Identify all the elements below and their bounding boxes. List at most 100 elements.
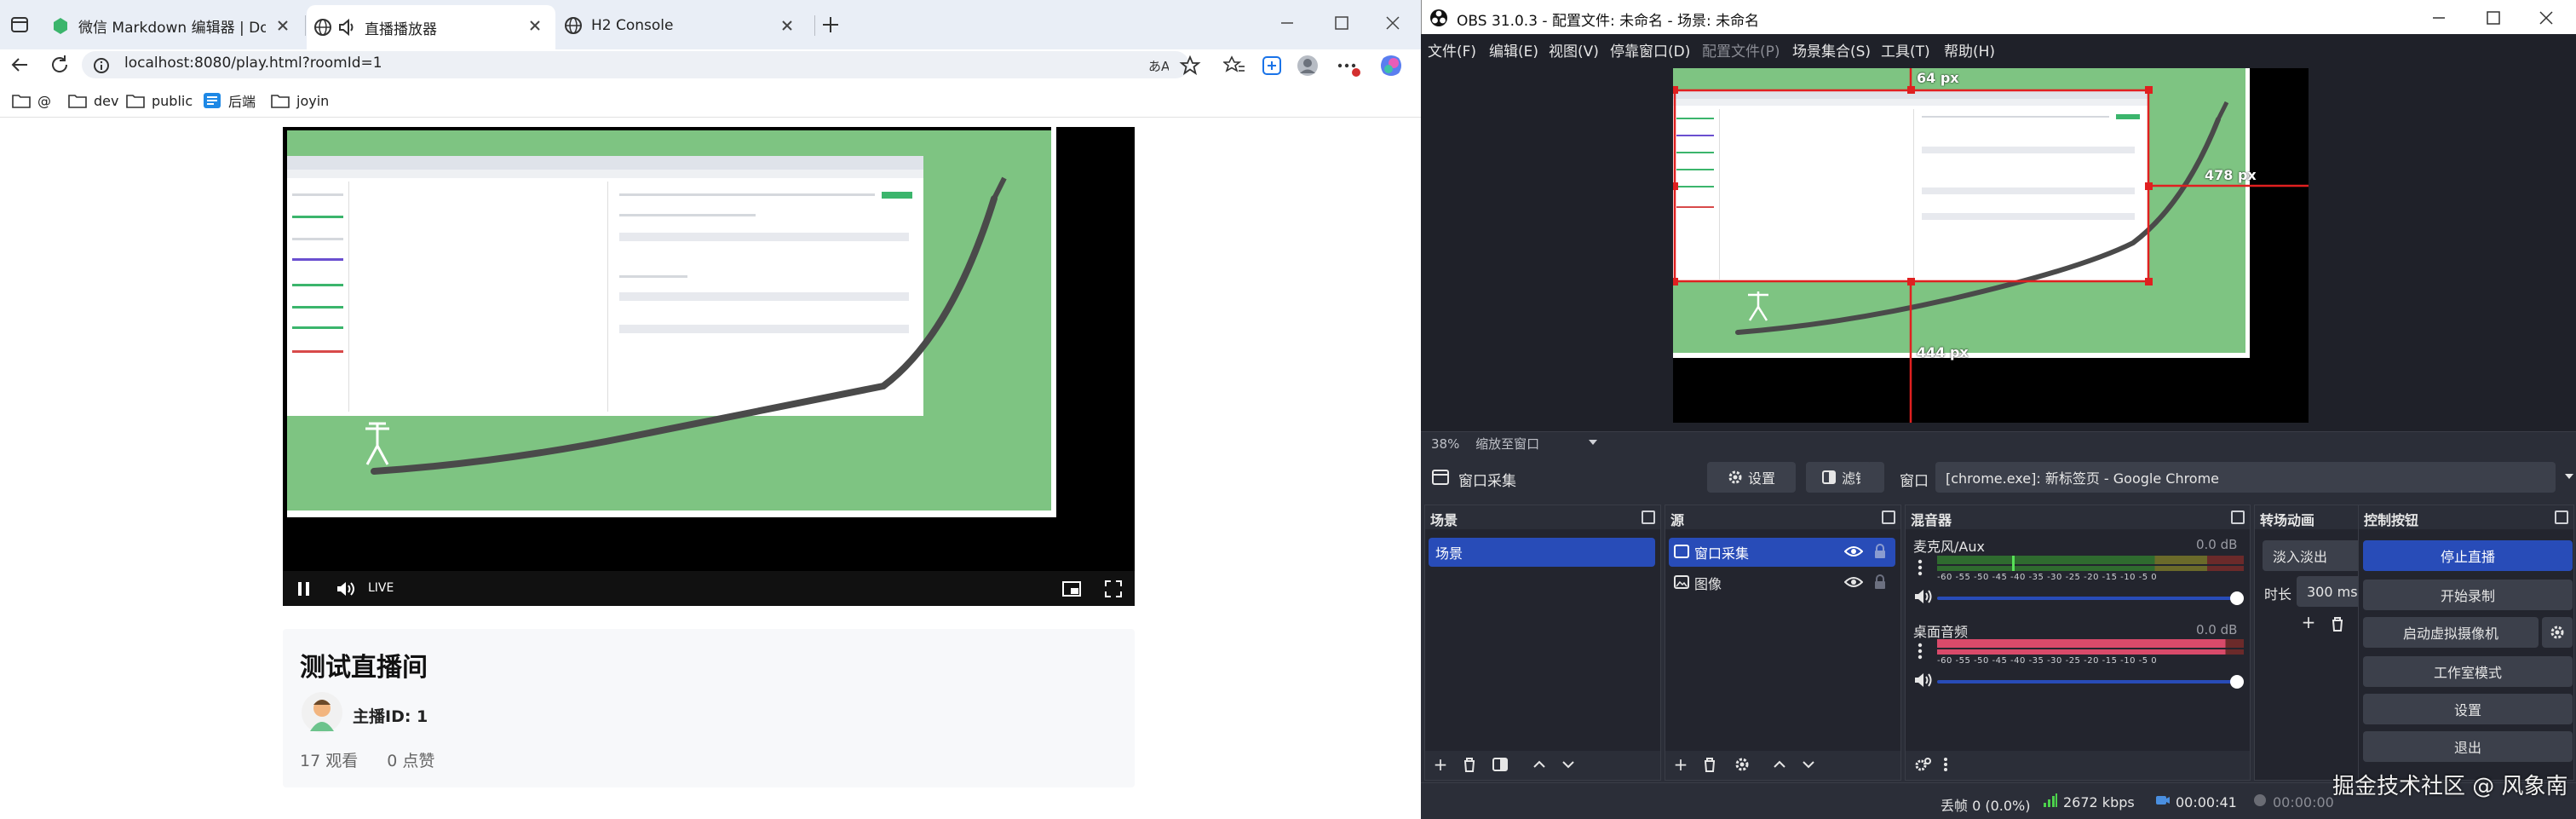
move-up-icon[interactable] [1771,756,1788,773]
eye-icon[interactable] [1844,575,1863,589]
dropped-frames: 丢帧 0 (0.0%) [1941,798,2031,814]
picture-in-picture-icon[interactable] [1061,580,1082,598]
gear-icon[interactable] [1734,756,1751,773]
mic-volume-handle[interactable] [2230,591,2244,605]
bookmark-backend[interactable]: 后端 [203,89,256,112]
profile-avatar-icon[interactable] [1295,53,1320,78]
close-window-icon[interactable] [1380,10,1406,36]
menu-view[interactable]: 视图(V) [1549,39,1599,61]
menu-help[interactable]: 帮助(H) [1944,39,1995,61]
zoom-mode[interactable]: 缩放至窗口 [1475,436,1539,452]
url-text[interactable]: localhost:8080/play.html?roomId=1 [124,55,382,72]
minimize-icon[interactable] [1274,10,1300,36]
advanced-audio-icon[interactable] [1914,756,1933,773]
obs-maximize-icon[interactable] [2481,5,2506,31]
add-transition-icon[interactable]: + [2298,614,2319,632]
bookmark-folder-public[interactable]: public [126,89,193,112]
obs-window: OBS 31.0.3 - 配置文件: 未命名 - 场景: 未命名 文件(F) 编… [1421,0,2576,819]
obs-minimize-icon[interactable] [2426,5,2452,31]
stream-time: 00:00:41 [2176,794,2237,810]
obs-close-icon[interactable] [2533,5,2559,31]
favorites-icon[interactable] [1223,55,1245,77]
button-label: 设置 [1747,470,1775,487]
menu-edit[interactable]: 编辑(E) [1489,39,1538,61]
scene-item[interactable]: 场景 [1429,538,1655,567]
translate-icon[interactable]: あA [1147,55,1169,77]
trash-icon[interactable] [1701,756,1718,773]
dock-footer [1906,751,2250,780]
more-menu-icon[interactable] [1336,55,1361,78]
settings-button[interactable]: 设置 [2363,694,2573,724]
stop-streaming-button[interactable]: 停止直播 [2363,540,2573,571]
close-tab-icon[interactable] [526,17,543,34]
eye-icon[interactable] [1844,545,1863,558]
volume-icon[interactable] [1913,672,1932,689]
svg-text:あA: あA [1148,59,1169,74]
video-frame-border [287,510,1056,517]
lock-icon[interactable] [1873,543,1887,560]
virtual-camera-settings-button[interactable] [2542,617,2573,648]
chevron-down-icon[interactable] [2562,470,2576,482]
bookmark-folder-at[interactable]: @ [12,89,51,112]
pause-icon[interactable] [295,580,313,598]
volume-icon[interactable] [336,580,356,598]
bookmark-label: joyin [296,92,330,109]
studio-mode-button[interactable]: 工作室模式 [2363,656,2573,687]
dock-undock-icon[interactable] [2555,510,2568,524]
volume-icon[interactable] [1913,588,1932,605]
add-scene-icon[interactable]: + [1430,756,1451,775]
start-recording-button[interactable]: 开始录制 [2363,580,2573,610]
close-tab-icon[interactable] [779,17,796,34]
source-label: 窗口采集 [1694,545,1750,562]
start-virtual-camera-button[interactable]: 启动虚拟摄像机 [2363,617,2539,648]
bookmark-folder-joyin[interactable]: joyin [271,89,329,112]
exit-button[interactable]: 退出 [2363,731,2573,762]
site-info-icon[interactable] [92,56,111,75]
menu-docks[interactable]: 停靠窗口(D) [1610,39,1690,61]
preview-overlay [1673,68,2309,423]
tab-doocs[interactable]: 微信 Markdown 编辑器 | Doocs 开源社区 [41,5,303,46]
trash-icon[interactable] [1461,756,1478,773]
move-down-icon[interactable] [1800,756,1817,773]
dock-undock-icon[interactable] [1882,510,1895,524]
trash-icon[interactable] [2329,615,2346,632]
star-icon[interactable] [1179,55,1201,77]
back-icon[interactable] [9,53,32,77]
desktop-volume-slider[interactable] [1937,680,2237,683]
menu-profile[interactable]: 配置文件(P) [1702,39,1780,61]
lock-icon[interactable] [1873,574,1887,591]
tab-actions-icon[interactable] [10,15,29,34]
menu-file[interactable]: 文件(F) [1428,39,1476,61]
window-select[interactable]: [chrome.exe]: 新标签页 - Google Chrome [1935,462,2556,493]
move-up-icon[interactable] [1531,756,1548,773]
close-tab-icon[interactable] [274,17,291,34]
zoom-control[interactable]: 38% 缩放至窗口 [1431,435,1539,453]
dock-undock-icon[interactable] [2231,510,2245,524]
mic-volume-slider[interactable] [1937,597,2237,600]
mixer-menu-icon[interactable] [1941,756,1950,773]
extension-icon[interactable] [1261,55,1283,77]
reload-icon[interactable] [48,53,72,77]
tab-player[interactable]: 直播播放器 [307,5,555,49]
mixer-channel-mic-db: 0.0 dB [2196,537,2238,552]
speaker-icon[interactable] [337,18,358,37]
copilot-icon[interactable] [1378,53,1404,78]
menu-tools[interactable]: 工具(T) [1881,39,1930,61]
desktop-volume-handle[interactable] [2230,675,2244,689]
channel-menu-icon[interactable] [1912,641,1929,661]
dock-undock-icon[interactable] [1642,510,1655,524]
channel-menu-icon[interactable] [1912,557,1929,578]
add-source-icon[interactable]: + [1670,756,1691,775]
scene-filter-icon[interactable] [1492,756,1509,773]
meter-scale: -60 -55 -50 -45 -40 -35 -30 -25 -20 -15 … [1937,573,2158,582]
menu-scene-collection[interactable]: 场景集合(S) [1792,39,1871,61]
tab-h2-console[interactable]: H2 Console [559,5,808,46]
maximize-icon[interactable] [1329,10,1354,36]
move-down-icon[interactable] [1560,756,1577,773]
source-settings-button[interactable]: 设置 [1707,462,1796,493]
new-tab-icon[interactable] [819,14,842,36]
filters-button[interactable]: 滤镜 [1806,462,1884,493]
chevron-down-icon[interactable] [1586,436,1600,448]
bookmark-folder-dev[interactable]: dev [68,89,118,112]
fullscreen-icon[interactable] [1104,580,1123,598]
